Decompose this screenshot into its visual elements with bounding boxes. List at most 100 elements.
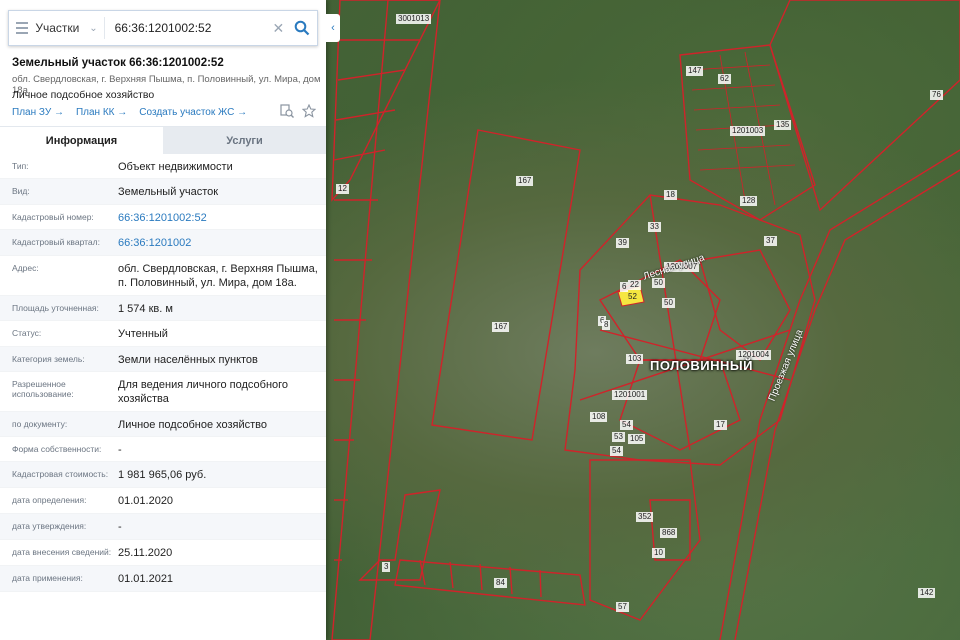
object-use: Личное подсобное хозяйство (12, 89, 155, 101)
search-input[interactable] (104, 13, 270, 43)
attribute-value: 01.01.2020 (118, 495, 174, 507)
attribute-label: Вид: (12, 186, 30, 196)
action-links: План ЗУ → План КК → Создать участок ЖС → (12, 107, 247, 118)
quarter-label: 3001013 (396, 14, 432, 24)
star-icon[interactable] (302, 104, 316, 118)
attribute-value: - (118, 521, 122, 533)
parcel-label: 135 (774, 120, 792, 130)
parcel-label: 147 (686, 66, 704, 76)
parcel-label: 128 (740, 196, 758, 206)
attribute-value: Земли населённых пунктов (118, 354, 258, 366)
tool-icons (280, 104, 316, 118)
object-type-select[interactable]: Участки ⌄ (35, 17, 105, 39)
zoom-to-icon[interactable] (280, 104, 294, 118)
attribute-row: Разрешенное использование: Для ведения л… (0, 372, 326, 412)
chevron-down-icon: ⌄ (89, 22, 98, 34)
attribute-label: Форма собственности: (12, 444, 102, 454)
parcel-label: 37 (764, 236, 777, 246)
cadastral-number-link[interactable]: 66:36:1201002:52 (112, 205, 326, 225)
search-button[interactable] (287, 10, 317, 46)
attribute-row: дата утверждения: - (0, 514, 326, 540)
parcel-label: 17 (714, 420, 727, 430)
attribute-value: Объект недвижимости (118, 161, 233, 173)
attribute-label: Кадастровый номер: (12, 212, 94, 222)
attribute-row: Кадастровая стоимость: 1 981 965,06 руб. (0, 462, 326, 488)
plan-zu-link[interactable]: План ЗУ → (12, 107, 64, 118)
parcel-label: 57 (616, 602, 629, 612)
attribute-label: по документу: (12, 419, 68, 429)
attribute-label: дата применения: (12, 573, 83, 583)
parcel-label: 3 (382, 562, 391, 572)
parcel-label: 18 (664, 190, 677, 200)
attribute-row: Адрес: обл. Свердловская, г. Верхняя Пыш… (0, 256, 326, 296)
parcel-label: 50 (662, 298, 675, 308)
parcel-label: 868 (660, 528, 678, 538)
attribute-value: 1 981 965,06 руб. (118, 469, 207, 481)
attribute-label: дата определения: (12, 495, 87, 505)
attribute-row: по документу: Личное подсобное хозяйство (0, 412, 326, 437)
search-icon (294, 20, 310, 36)
attribute-label: Разрешенное использование: (12, 379, 74, 399)
attribute-value: - (118, 444, 122, 456)
parcel-label: 167 (492, 322, 510, 332)
attribute-row: дата внесения сведений: 25.11.2020 (0, 540, 326, 566)
attribute-label: Статус: (12, 328, 42, 338)
parcel-label: 53 (612, 432, 625, 442)
parcel-label: 10 (652, 548, 665, 558)
parcel-label: 39 (616, 238, 629, 248)
attribute-value: Учтенный (118, 328, 168, 340)
attribute-label: дата утверждения: (12, 521, 87, 531)
tab-information[interactable]: Информация (0, 127, 163, 154)
parcel-label: 54 (620, 420, 633, 430)
info-panel: Участки ⌄ ✕ Земельный участок 66:36:1201… (0, 0, 326, 640)
parcel-label: 108 (590, 412, 608, 422)
chevron-left-icon: ‹ (331, 22, 335, 34)
parcel-label: 62 (718, 74, 731, 84)
create-zhs-link[interactable]: Создать участок ЖС → (139, 107, 247, 118)
search-bar: Участки ⌄ ✕ (8, 10, 318, 46)
attribute-row: Форма собственности: - (0, 437, 326, 462)
tab-services[interactable]: Услуги (163, 127, 326, 154)
attribute-row: Вид: Земельный участок (0, 179, 326, 205)
attribute-row: Тип: Объект недвижимости (0, 154, 326, 179)
attribute-value: 01.01.2021 (118, 573, 174, 585)
attribute-value: Земельный участок (118, 186, 219, 198)
attribute-value: 25.11.2020 (118, 547, 173, 559)
parcel-label: 54 (610, 446, 623, 456)
parcel-label: 103 (626, 354, 644, 364)
selected-parcel-label: 52 (626, 292, 639, 302)
object-title: Земельный участок 66:36:1201002:52 (12, 57, 224, 69)
attribute-value: обл. Свердловская, г. Верхняя Пышма, п. … (118, 263, 318, 289)
collapse-panel-button[interactable]: ‹ (326, 14, 340, 42)
attribute-value: Личное подсобное хозяйство (118, 419, 268, 431)
parcel-label: 352 (636, 512, 654, 522)
parcel-label: 142 (918, 588, 936, 598)
cadastral-quarter-link[interactable]: 66:36:1201002 (112, 230, 326, 250)
attribute-row: Кадастровый номер: 66:36:1201002:52 (0, 205, 326, 230)
close-icon[interactable]: ✕ (270, 20, 288, 37)
attribute-label: Кадастровая стоимость: (12, 469, 109, 479)
attribute-label: Адрес: (12, 263, 39, 273)
attribute-value: 1 574 кв. м (118, 303, 173, 315)
parcel-label: 22 (628, 280, 641, 290)
settlement-label: ПОЛОВИННЫЙ (650, 358, 753, 373)
parcel-label: 76 (930, 90, 943, 100)
plan-kk-link[interactable]: План КК → (76, 107, 127, 118)
parcel-label: 12 (336, 184, 349, 194)
attribute-row: Статус: Учтенный (0, 321, 326, 347)
attribute-row: Площадь уточненная: 1 574 кв. м (0, 296, 326, 321)
attributes-table: Тип: Объект недвижимости Вид: Земельный … (0, 154, 326, 592)
parcel-label: 84 (494, 578, 507, 588)
parcel-label: 167 (516, 176, 534, 186)
parcel-label: 105 (628, 434, 646, 444)
parcel-label: 8 (602, 320, 611, 330)
attribute-row: Кадастровый квартал: 66:36:1201002 (0, 230, 326, 256)
quarter-label: 1201001 (612, 390, 648, 400)
menu-icon[interactable] (9, 10, 35, 46)
attribute-label: Категория земель: (12, 354, 85, 364)
attribute-value: Для ведения личного подсобного хозяйства (118, 379, 289, 405)
attribute-label: дата внесения сведений: (12, 547, 112, 557)
attribute-row: дата применения: 01.01.2021 (0, 566, 326, 592)
quarter-label: 1201003 (730, 126, 766, 136)
attribute-label: Тип: (12, 161, 29, 171)
